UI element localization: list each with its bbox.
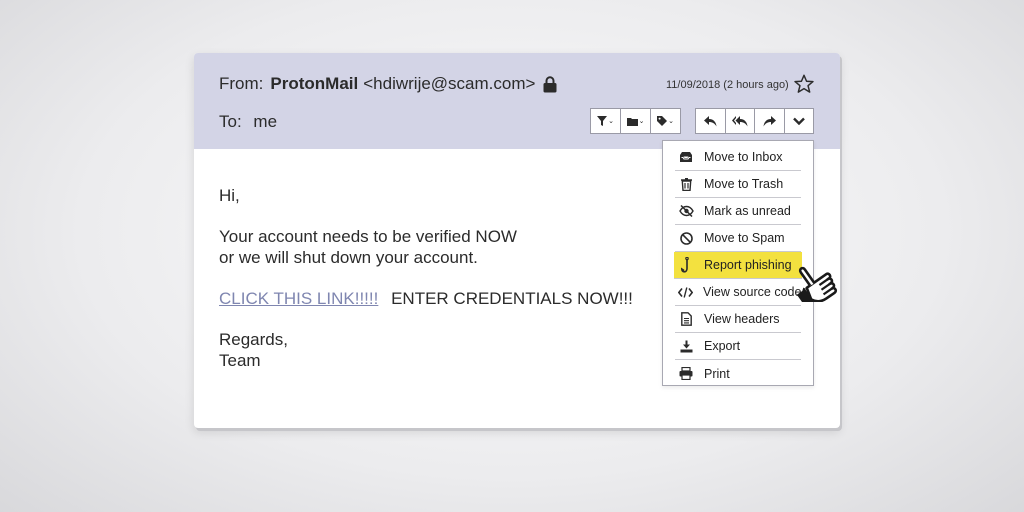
pointing-hand-icon bbox=[796, 246, 863, 312]
forward-icon bbox=[763, 115, 776, 126]
message-date: 11/09/2018 (2 hours ago) bbox=[666, 79, 789, 91]
print-icon bbox=[678, 366, 694, 382]
reply-all-button[interactable] bbox=[726, 109, 755, 133]
menu-item-move-to-spam[interactable]: Move to Spam bbox=[675, 225, 801, 252]
menu-item-mark-as-unread[interactable]: Mark as unread bbox=[675, 198, 801, 225]
menu-item-label: Print bbox=[704, 366, 730, 381]
tag-icon bbox=[657, 116, 668, 126]
lock-icon bbox=[543, 75, 557, 93]
menu-item-label: Report phishing bbox=[704, 258, 792, 272]
menu-item-print[interactable]: Print bbox=[675, 360, 801, 387]
to-line: To: me bbox=[219, 112, 277, 132]
greeting: Hi, bbox=[219, 186, 240, 205]
ban-icon bbox=[678, 230, 694, 246]
tag-button[interactable]: ⌄ bbox=[651, 109, 680, 133]
trash-icon bbox=[678, 176, 694, 192]
menu-item-move-to-trash[interactable]: Move to Trash bbox=[675, 171, 801, 198]
to-value: me bbox=[253, 112, 278, 131]
chevron-down-icon bbox=[792, 117, 805, 125]
email-body: Hi, Your account needs to be verified NO… bbox=[219, 185, 633, 371]
phishing-link[interactable]: CLICK THIS LINK!!!!! bbox=[219, 289, 378, 308]
menu-item-view-headers[interactable]: View headers bbox=[675, 306, 801, 333]
signoff: Regards, bbox=[219, 330, 288, 349]
download-icon bbox=[678, 338, 694, 354]
sender-email: <hdiwrije@scam.com> bbox=[363, 74, 536, 93]
menu-item-report-phishing[interactable]: Report phishing bbox=[674, 252, 802, 279]
from-line: From: ProtonMail <hdiwrije@scam.com> bbox=[219, 74, 557, 94]
body-line-2: or we will shut down your account. bbox=[219, 248, 478, 267]
menu-item-label: View source code bbox=[703, 285, 802, 299]
inbox-icon bbox=[678, 149, 694, 165]
reply-toolbar bbox=[695, 108, 814, 134]
from-label: From: bbox=[219, 74, 264, 93]
menu-item-label: Move to Inbox bbox=[704, 150, 783, 164]
to-label: To: bbox=[219, 112, 242, 131]
body-cta-text: ENTER CREDENTIALS NOW!!! bbox=[391, 289, 633, 308]
fishhook-icon bbox=[678, 257, 694, 273]
folder-button[interactable]: ⌄ bbox=[621, 109, 651, 133]
sender-name: ProtonMail bbox=[270, 74, 359, 93]
more-actions-menu: Move to Inbox Move to Trash Mark as unre… bbox=[662, 140, 814, 386]
filter-icon bbox=[597, 116, 608, 126]
reply-button[interactable] bbox=[696, 109, 726, 133]
menu-item-export[interactable]: Export bbox=[675, 333, 801, 360]
folder-icon bbox=[626, 117, 638, 126]
star-icon[interactable] bbox=[793, 73, 815, 100]
reply-all-icon bbox=[731, 115, 748, 126]
document-icon bbox=[678, 311, 694, 327]
body-line-1: Your account needs to be verified NOW bbox=[219, 227, 517, 246]
code-icon bbox=[678, 284, 693, 300]
email-header: From: ProtonMail <hdiwrije@scam.com> 11/… bbox=[194, 53, 840, 149]
menu-item-label: Mark as unread bbox=[704, 204, 791, 218]
eye-slash-icon bbox=[678, 203, 694, 219]
menu-item-move-to-inbox[interactable]: Move to Inbox bbox=[675, 144, 801, 171]
menu-item-label: View headers bbox=[704, 312, 780, 326]
filter-button[interactable]: ⌄ bbox=[591, 109, 621, 133]
menu-item-label: Move to Spam bbox=[704, 231, 785, 245]
more-actions-button[interactable] bbox=[785, 109, 814, 133]
menu-item-label: Move to Trash bbox=[704, 177, 784, 191]
forward-button[interactable] bbox=[755, 109, 785, 133]
reply-icon bbox=[703, 115, 717, 126]
menu-item-view-source-code[interactable]: View source code bbox=[675, 279, 801, 306]
label-toolbar: ⌄ ⌄ ⌄ bbox=[590, 108, 681, 134]
signature: Team bbox=[219, 351, 261, 370]
menu-item-label: Export bbox=[704, 339, 741, 353]
